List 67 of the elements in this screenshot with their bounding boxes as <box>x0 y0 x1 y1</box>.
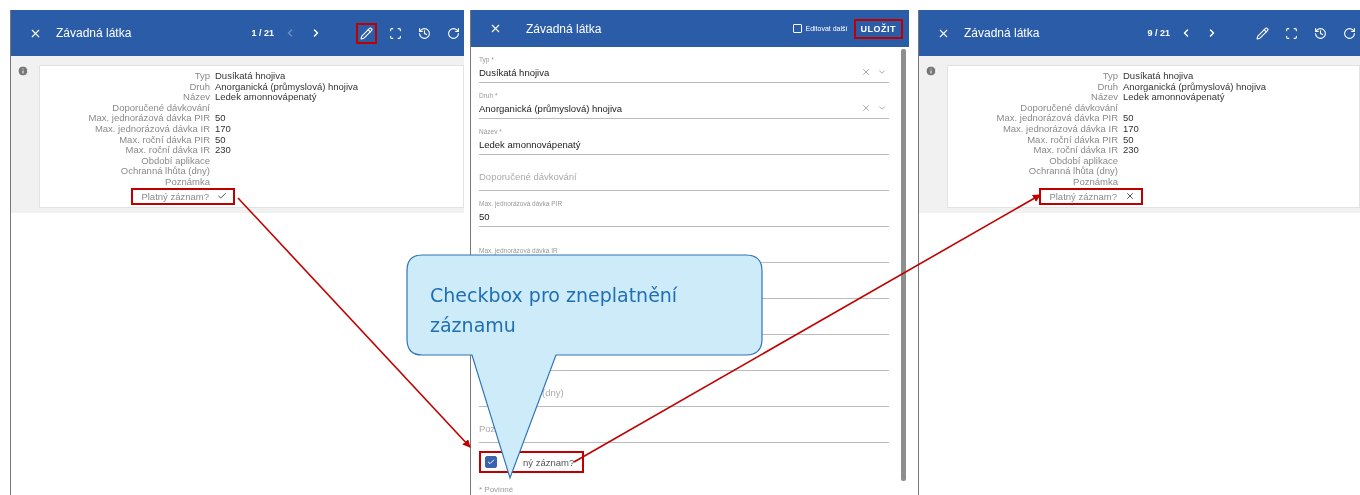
pencil-icon <box>360 26 373 40</box>
field-label: Období aplikace <box>1048 155 1118 167</box>
field-label: Max. jednorázová dávka IR <box>1001 123 1118 135</box>
field-value: Anorganická (průmyslová) hnojiva <box>215 81 360 93</box>
record-counter: 9 / 21 <box>1147 28 1170 38</box>
field-value: Ledek amonnovápenatý <box>1123 92 1225 103</box>
field-value: 50 <box>1123 113 1135 124</box>
field-label: Ochranná lhůta (dny) <box>119 166 210 177</box>
field-label: Max. roční dávka PIR <box>1027 134 1118 146</box>
field-value: Dusíkatá hnojiva <box>215 71 286 81</box>
field-value: 50 <box>1123 134 1135 146</box>
field-label: Období aplikace <box>140 155 210 167</box>
field-label: Max. roční dávka IR <box>1032 145 1118 156</box>
field-placeholder: (dny) <box>542 387 564 398</box>
check-icon <box>487 458 495 466</box>
field-value: 50 <box>479 211 490 222</box>
field-value: 50 <box>215 134 227 146</box>
field-label: Doporučené dávkování <box>1019 102 1118 114</box>
field-value: Anorganická (průmyslová) hnojiva <box>479 103 623 114</box>
field-label: Max. jednorázová dávka IR <box>93 123 210 135</box>
field-label: Doporučené dávkování <box>111 102 210 114</box>
field-label: Max. jednorázová dávka PIR <box>995 113 1118 124</box>
field-value: 170 <box>215 123 232 135</box>
record-counter: 1 / 21 <box>251 28 274 38</box>
fullscreen-icon <box>1285 26 1298 40</box>
info-icon <box>17 65 29 77</box>
field-label: Název <box>1090 92 1118 103</box>
field-label: Max. roční dávka PIR <box>119 134 210 146</box>
field-label: Max. jednorázová dávka PIR <box>87 113 210 124</box>
field-label: Poznámka <box>164 176 210 188</box>
field-value: 50 <box>215 113 227 124</box>
field-value: 230 <box>215 145 232 156</box>
field-value: Ledek amonnovápenatý <box>479 139 581 150</box>
field-value: Anorganická (průmyslová) hnojiva <box>1123 81 1268 93</box>
refresh-icon <box>447 26 460 40</box>
field-value: 170 <box>1123 123 1140 135</box>
field-value: Ledek amonnovápenatý <box>215 92 317 103</box>
history-icon <box>418 26 431 40</box>
field-label: Druh <box>188 81 210 93</box>
field-value: Dusíkatá hnojiva <box>479 67 550 78</box>
field-label: Max. roční dávka IR <box>124 145 210 156</box>
field-label: Platný záznam? <box>1049 190 1117 202</box>
field-label: Poznámka <box>1072 176 1118 188</box>
field-placeholder: Poz <box>479 423 496 434</box>
field-placeholder: Doporučené dávkování <box>479 171 577 182</box>
field-value: 230 <box>1123 145 1140 156</box>
edit-button[interactable] <box>356 22 377 44</box>
panel-title: Závadná látka <box>56 26 133 40</box>
panel-title: Závadná látka <box>964 26 1041 40</box>
save-button[interactable]: ULOŽIT <box>853 18 903 39</box>
refresh-icon <box>1343 26 1356 40</box>
info-icon <box>925 65 937 77</box>
close-icon <box>489 22 502 35</box>
fullscreen-icon <box>389 26 402 40</box>
field-label: Typ <box>1101 71 1118 82</box>
required-note: * Povinné <box>479 485 515 494</box>
field-value: Dusíkatá hnojiva <box>1123 71 1194 81</box>
field-label: Druh <box>1096 81 1118 93</box>
field-label: Název <box>182 92 210 103</box>
scrollbar[interactable] <box>901 49 906 481</box>
panel-title: Závadná látka <box>526 21 603 36</box>
field-label: Ochranná lhůta (dny) <box>1027 166 1118 177</box>
history-icon <box>1314 26 1327 40</box>
pencil-icon <box>1256 26 1269 40</box>
callout-text: Checkbox pro zneplatnění záznamu <box>430 283 679 338</box>
field-label: Typ <box>193 71 210 82</box>
field-label: Platný záznam? <box>141 190 209 202</box>
